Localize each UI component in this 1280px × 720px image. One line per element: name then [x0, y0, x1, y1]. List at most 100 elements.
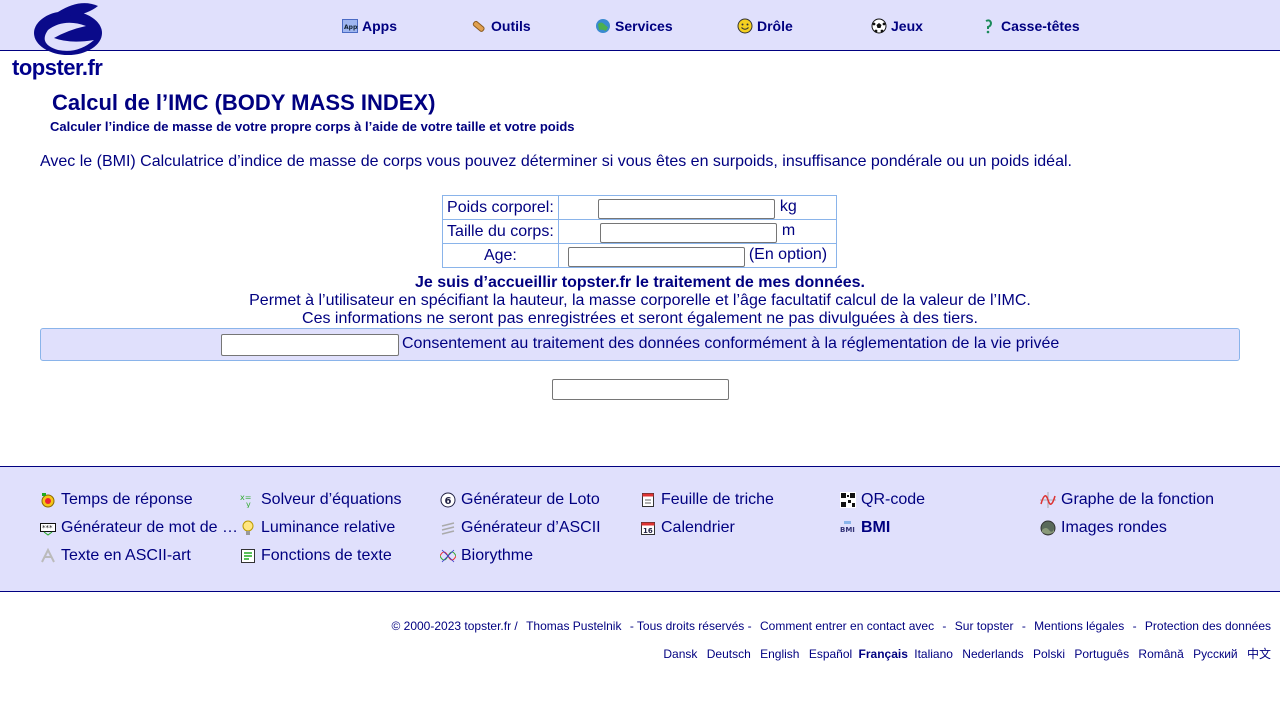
- legal-link[interactable]: Mentions légales: [1034, 619, 1124, 633]
- lang-deutsch[interactable]: Deutsch: [707, 647, 751, 661]
- equation-icon: x= y: [240, 492, 256, 508]
- separator: -: [1132, 619, 1137, 633]
- app-label: Générateur de Loto: [461, 491, 600, 508]
- weight-label: Poids corporel:: [442, 195, 559, 220]
- height-input[interactable]: [599, 222, 777, 243]
- lang-dansk[interactable]: Dansk: [663, 647, 697, 661]
- svg-text:Apps: Apps: [344, 24, 358, 31]
- nav-services-label: Services: [615, 18, 673, 34]
- ascii-art-icon: [40, 548, 56, 564]
- app-label: Luminance relative: [261, 519, 396, 536]
- site-logo[interactable]: topster.fr: [10, 0, 120, 84]
- app-calendrier[interactable]: 16 Calendrier: [640, 517, 838, 539]
- lang-italiano[interactable]: Italiano: [914, 647, 953, 661]
- page-title: Calcul de l’IMC (BODY MASS INDEX): [52, 90, 436, 115]
- calendar-icon: 16: [640, 520, 656, 536]
- lang-russkiy[interactable]: Русский: [1193, 647, 1238, 661]
- separator: -: [942, 619, 947, 633]
- lang-francais-current: Français: [858, 647, 908, 661]
- author-link[interactable]: Thomas Pustelnik: [526, 619, 621, 633]
- ascii-icon: [440, 520, 456, 536]
- lang-chinese[interactable]: 中文: [1247, 647, 1271, 661]
- logo-e-icon: [34, 3, 102, 55]
- app-label: Solveur d’équations: [261, 491, 402, 508]
- app-label: Générateur de mot de …: [61, 519, 238, 536]
- height-unit: m: [781, 221, 796, 239]
- app-label: Graphe de la fonction: [1061, 491, 1214, 508]
- lang-nederlands[interactable]: Nederlands: [962, 647, 1023, 661]
- app-label: Temps de réponse: [61, 491, 193, 508]
- nav-services[interactable]: Services: [595, 16, 673, 36]
- svg-text:6: 6: [445, 496, 452, 507]
- bmi-icon: BMI: [840, 520, 856, 536]
- about-link[interactable]: Sur topster: [955, 619, 1014, 633]
- weight-input[interactable]: [597, 198, 775, 219]
- app-solveur-equations[interactable]: x= y Solveur d’équations: [240, 489, 438, 511]
- intro-text: Avec le (BMI) Calculatrice d’indice de m…: [40, 153, 1072, 170]
- app-images-rondes[interactable]: Images rondes: [1040, 517, 1238, 539]
- app-bmi-current[interactable]: BMI BMI: [840, 517, 1038, 539]
- contact-link[interactable]: Comment entrer en contact avec: [760, 619, 934, 633]
- app-graphe-fonction[interactable]: Graphe de la fonction: [1040, 489, 1238, 511]
- lang-polski[interactable]: Polski: [1033, 647, 1065, 661]
- submit-button[interactable]: [552, 379, 729, 400]
- cheat-sheet-icon: [640, 492, 656, 508]
- app-label: Images rondes: [1061, 519, 1167, 536]
- consent-heading: Je suis d’accueillir topster.fr le trait…: [415, 274, 865, 291]
- app-generateur-mot-de-passe[interactable]: *** Générateur de mot de …: [40, 517, 238, 539]
- language-list: Dansk Deutsch English Español Français I…: [657, 645, 1271, 662]
- app-texte-ascii-art[interactable]: Texte en ASCII-art: [40, 545, 238, 567]
- nav-apps[interactable]: Apps Apps: [342, 16, 397, 36]
- weight-row: Poids corporel: kg: [442, 195, 838, 220]
- svg-text:16: 16: [643, 527, 653, 535]
- nav-drole[interactable]: Drôle: [737, 16, 793, 36]
- lightbulb-icon: [240, 520, 256, 536]
- nav-jeux-label: Jeux: [891, 18, 923, 34]
- round-image-icon: [1040, 520, 1056, 536]
- nav-drole-label: Drôle: [757, 18, 793, 34]
- footer-links: © 2000-2023 topster.fr / Thomas Pustelni…: [386, 619, 1271, 633]
- app-label: Calendrier: [661, 519, 735, 536]
- app-label: QR-code: [861, 491, 926, 508]
- privacy-link[interactable]: Protection des données: [1145, 619, 1271, 633]
- age-label: Age:: [442, 243, 559, 268]
- app-fonctions-de-texte[interactable]: Fonctions de texte: [240, 545, 438, 567]
- app-label: Texte en ASCII-art: [61, 547, 191, 564]
- app-temps-de-reponse[interactable]: Temps de réponse: [40, 489, 238, 511]
- app-generateur-loto[interactable]: 6 Générateur de Loto: [440, 489, 638, 511]
- lang-english[interactable]: English: [760, 647, 799, 661]
- app-qr-code[interactable]: QR-code: [840, 489, 1038, 511]
- puzzle-icon: [981, 18, 997, 34]
- apps-list: Temps de réponse *** Générateur de mot d…: [0, 466, 1280, 592]
- smiley-icon: [737, 18, 753, 34]
- consent-description-2: Ces informations ne seront pas enregistr…: [302, 310, 978, 327]
- lang-portugues[interactable]: Português: [1074, 647, 1129, 661]
- apps-icon: Apps: [342, 18, 358, 34]
- stopwatch-icon: [40, 492, 56, 508]
- nav-casse-tetes-label: Casse-têtes: [1001, 18, 1080, 34]
- lotto-ball-icon: 6: [440, 492, 456, 508]
- app-biorythme[interactable]: Biorythme: [440, 545, 638, 567]
- age-row: Age: (En option): [442, 243, 838, 268]
- consent-checkbox[interactable]: [221, 334, 399, 356]
- function-graph-icon: [1040, 492, 1056, 508]
- app-feuille-de-triche[interactable]: Feuille de triche: [640, 489, 838, 511]
- app-label: Fonctions de texte: [261, 547, 392, 564]
- app-generateur-ascii[interactable]: Générateur d’ASCII: [440, 517, 638, 539]
- text-functions-icon: [240, 548, 256, 564]
- svg-text:BMI: BMI: [840, 526, 855, 534]
- lang-romana[interactable]: Română: [1138, 647, 1183, 661]
- app-luminance-relative[interactable]: Luminance relative: [240, 517, 438, 539]
- consent-box: Consentement au traitement des données c…: [40, 328, 1240, 361]
- consent-label[interactable]: Consentement au traitement des données c…: [402, 335, 1059, 353]
- lang-espanol[interactable]: Español: [809, 647, 852, 661]
- nav-outils[interactable]: Outils: [471, 16, 531, 36]
- age-input[interactable]: [567, 246, 745, 267]
- header-bar: Apps Apps Outils Services Drôle Jeux Cas…: [0, 0, 1280, 51]
- svg-text:***: ***: [42, 524, 53, 532]
- nav-jeux[interactable]: Jeux: [871, 16, 923, 36]
- nav-casse-tetes[interactable]: Casse-têtes: [981, 16, 1080, 36]
- nav-apps-label: Apps: [362, 18, 397, 34]
- app-label: Générateur d’ASCII: [461, 519, 601, 536]
- nav-outils-label: Outils: [491, 18, 531, 34]
